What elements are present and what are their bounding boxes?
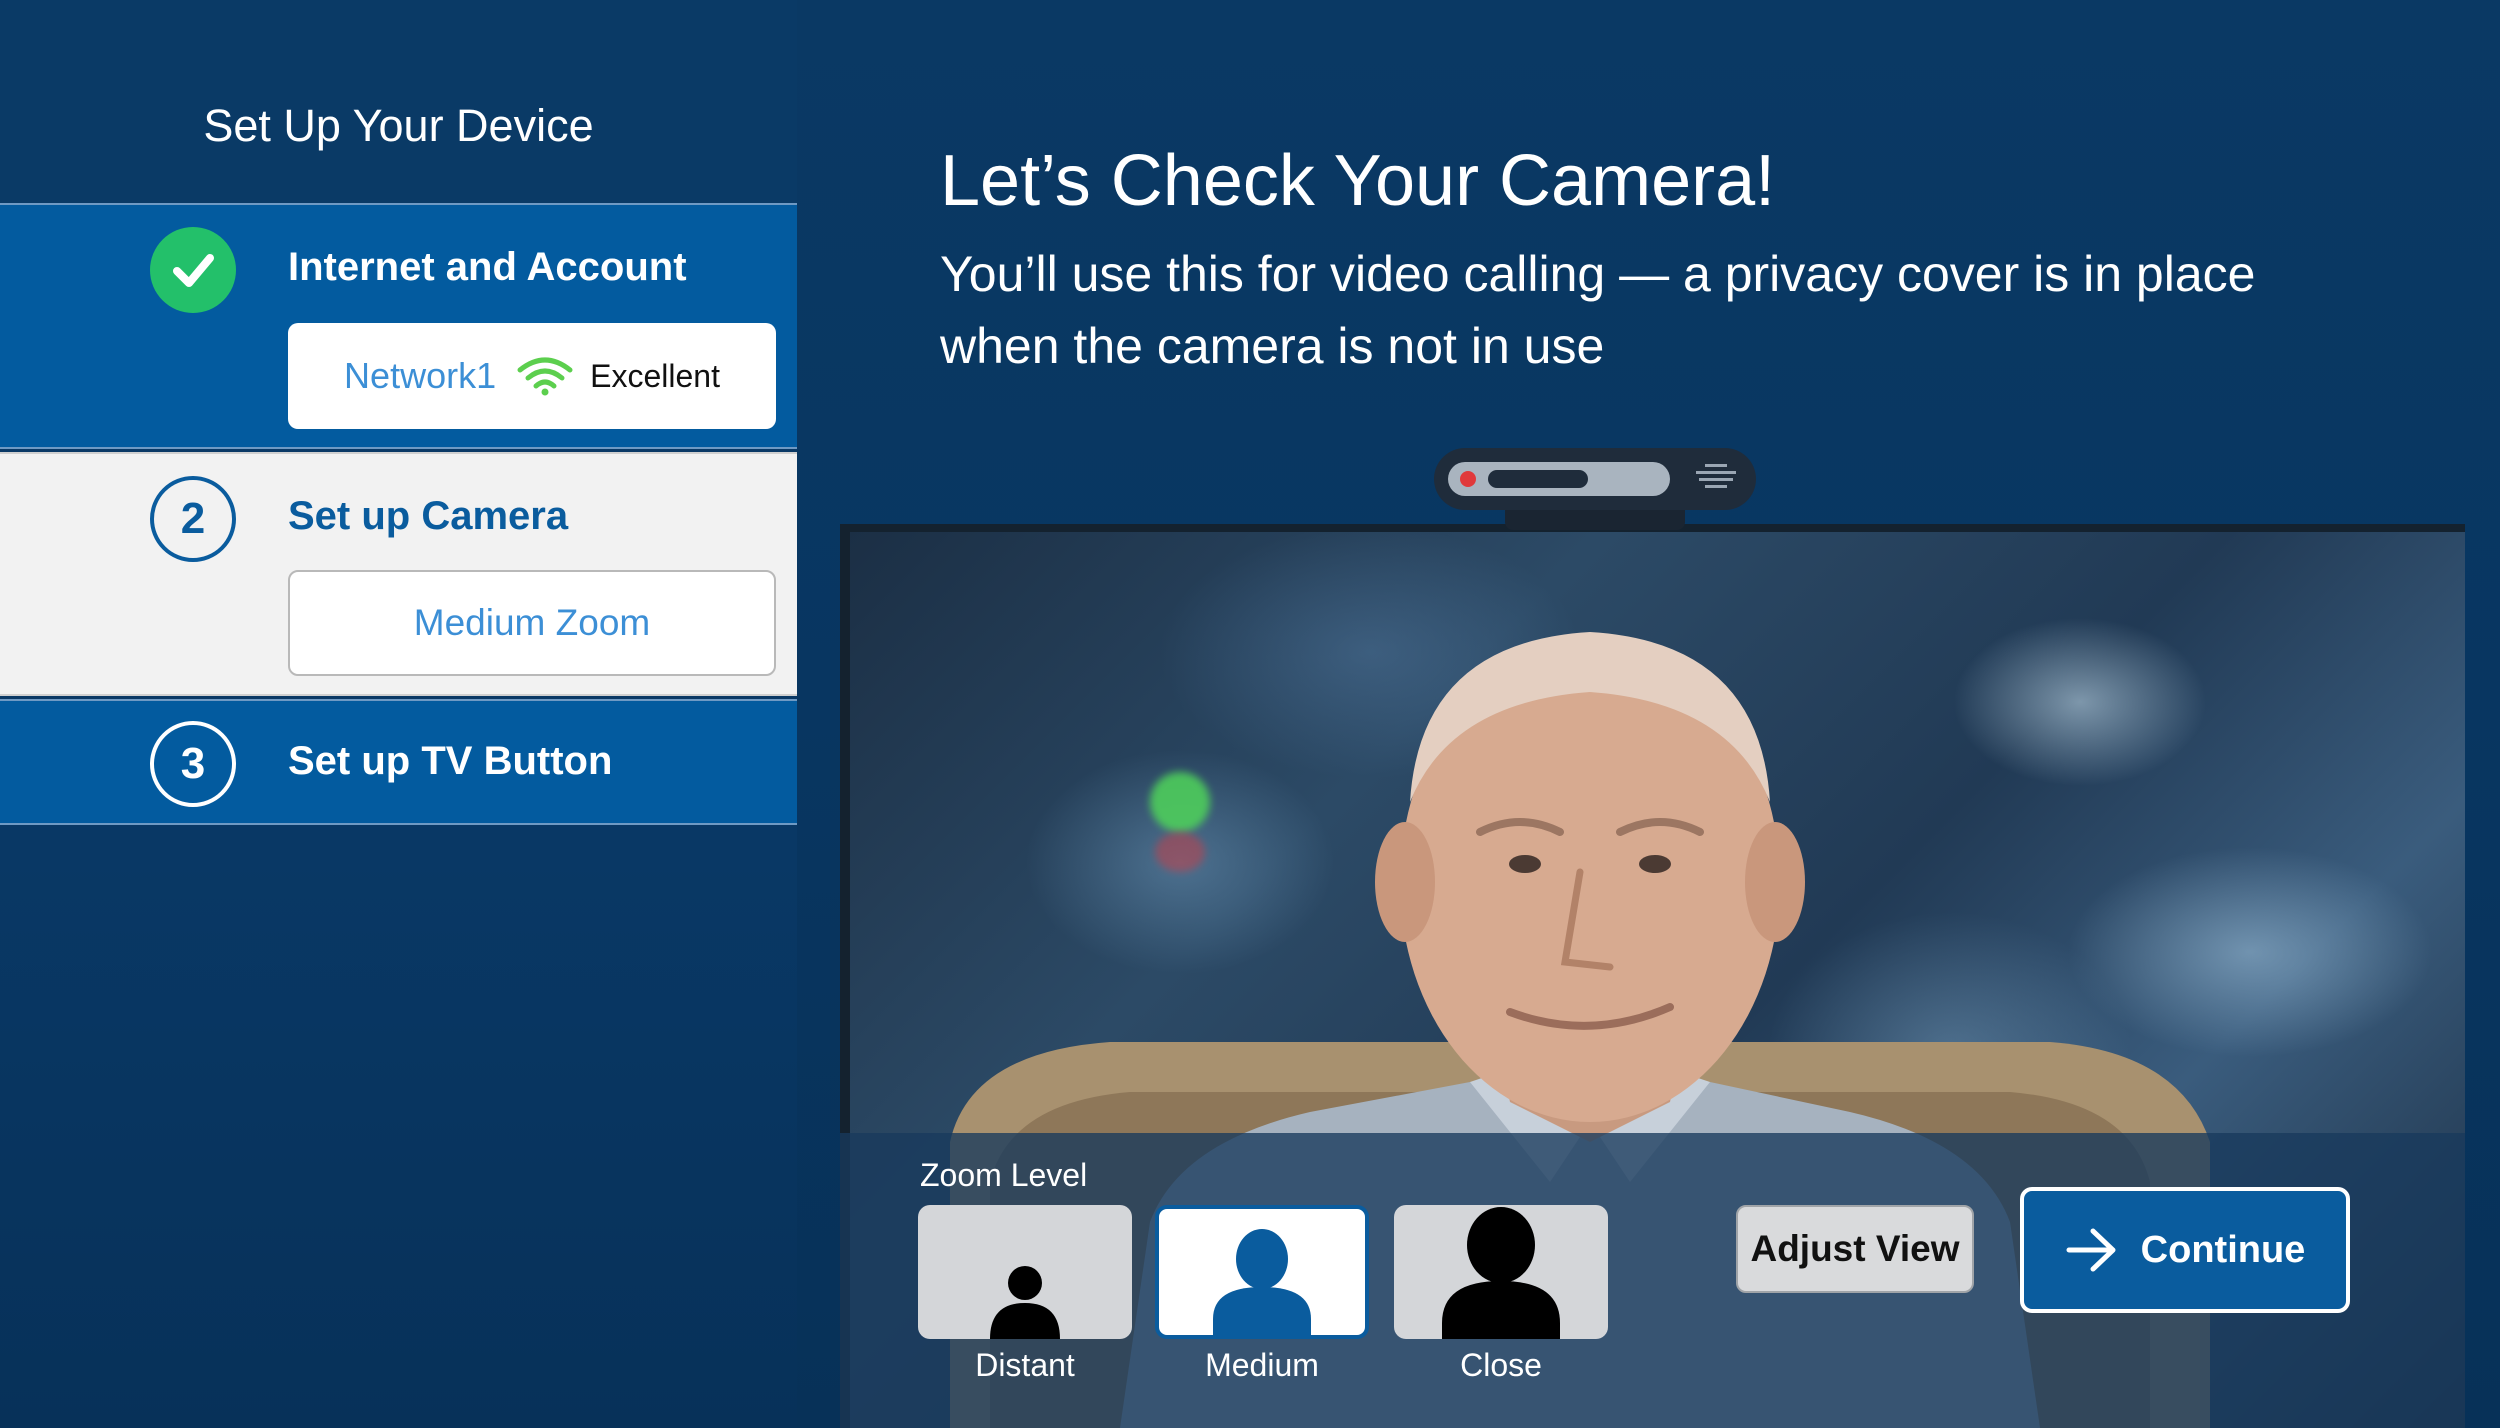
setup-sidebar: Set Up Your Device Internet and Account … xyxy=(0,0,797,1428)
zoom-level-label: Zoom Level xyxy=(920,1157,1088,1193)
person-close-icon xyxy=(1442,1207,1560,1339)
person-medium-icon xyxy=(1213,1229,1311,1335)
step-label: Set up TV Button xyxy=(288,739,613,783)
step-internet-account[interactable]: Internet and Account Network1 Excellent xyxy=(0,203,797,449)
page-subtitle: You’ll use this for video calling — a pr… xyxy=(940,246,2256,374)
zoom-option-close[interactable] xyxy=(1394,1205,1608,1339)
step-label: Internet and Account xyxy=(288,245,687,289)
zoom-value: Medium Zoom xyxy=(413,602,651,643)
continue-label: Continue xyxy=(2140,1228,2306,1271)
zoom-status-card[interactable]: Medium Zoom xyxy=(288,570,776,676)
zoom-option-medium[interactable] xyxy=(1155,1205,1369,1339)
step-label: Set up Camera xyxy=(288,494,569,538)
signal-quality: Excellent xyxy=(590,357,720,394)
person-distant-icon xyxy=(990,1266,1060,1339)
arrow-right-icon xyxy=(2066,1228,2116,1272)
microphone-grille-icon xyxy=(1696,464,1736,494)
page-title: Let’s Check Your Camera! xyxy=(940,141,1776,221)
network-name: Network1 xyxy=(344,355,497,396)
zoom-option-distant[interactable] xyxy=(918,1205,1132,1339)
camera-privacy-cover xyxy=(1448,462,1670,496)
adjust-view-button[interactable]: Adjust View xyxy=(1736,1205,1974,1293)
step-number-badge: 2 xyxy=(150,476,236,562)
wifi-icon xyxy=(516,356,574,396)
continue-button[interactable]: Continue xyxy=(2020,1187,2350,1313)
zoom-option-label: Medium xyxy=(1205,1347,1319,1383)
step-number-badge: 3 xyxy=(150,721,236,807)
zoom-option-label: Distant xyxy=(975,1347,1075,1383)
check-icon xyxy=(150,227,236,313)
zoom-control-bar: Zoom Level Distant Medium Close Adjust V… xyxy=(840,1133,2465,1428)
camera-device-icon xyxy=(1434,448,1756,510)
sidebar-title: Set Up Your Device xyxy=(203,100,594,151)
network-status-card[interactable]: Network1 Excellent xyxy=(288,323,776,429)
step-set-up-camera[interactable]: 2 Set up Camera Medium Zoom xyxy=(0,452,797,696)
setup-screen: Set Up Your Device Internet and Account … xyxy=(0,0,2500,1428)
camera-lens-icon xyxy=(1488,470,1588,488)
zoom-option-label: Close xyxy=(1460,1347,1542,1383)
camera-led-icon xyxy=(1460,471,1476,487)
step-set-up-tv-button[interactable]: 3 Set up TV Button xyxy=(0,699,797,825)
